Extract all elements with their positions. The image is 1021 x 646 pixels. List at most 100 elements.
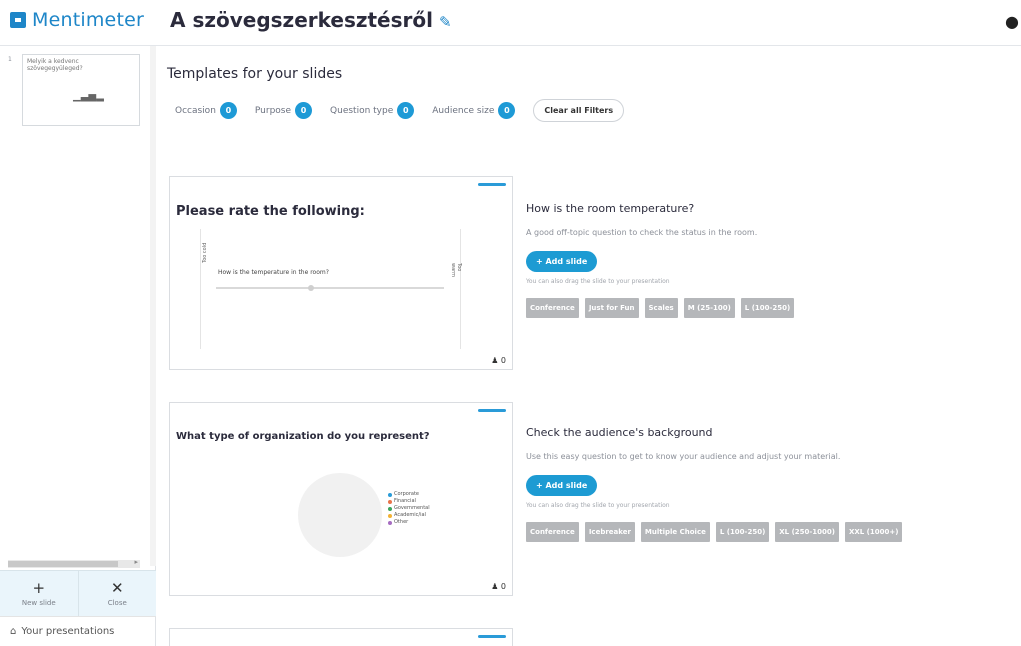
- tag[interactable]: L (100-250): [715, 522, 770, 542]
- template-description: A good off-topic question to check the s…: [526, 228, 758, 237]
- legend-dot: [388, 499, 392, 504]
- legend-dot: [388, 520, 392, 525]
- legend-label: Other: [394, 519, 409, 525]
- tag[interactable]: XXL (1000+): [844, 522, 903, 542]
- legend-item: Governmental: [388, 505, 430, 512]
- slide-preview-title: What type of organization do you represe…: [176, 431, 430, 442]
- legend-label: Corporate: [394, 491, 419, 497]
- your-presentations-link[interactable]: ⌂ Your presentations: [0, 616, 156, 646]
- pencil-icon[interactable]: ✎: [439, 13, 452, 31]
- filter-bar: Occasion 0 Purpose 0 Question type 0 Aud…: [175, 99, 625, 122]
- scale-right-label: Too warm: [450, 263, 462, 277]
- filter-question-type[interactable]: Question type 0: [330, 102, 415, 119]
- slide-number: 1: [8, 56, 12, 63]
- templates-panel: Templates for your slides Occasion 0 Pur…: [157, 46, 1021, 646]
- filter-count-badge: 0: [498, 102, 516, 119]
- tag[interactable]: Conference: [526, 298, 579, 318]
- presentation-title-text: A szövegszerkesztésről: [170, 8, 433, 32]
- bar-chart-icon: ▁▃▅▂: [73, 91, 104, 102]
- template-preview-card[interactable]: [169, 628, 513, 646]
- filter-label: Question type: [330, 105, 394, 116]
- tag[interactable]: Just for Fun: [584, 298, 639, 318]
- your-presentations-label: Your presentations: [21, 626, 115, 637]
- templates-heading: Templates for your slides: [167, 66, 343, 82]
- legend-dot: [388, 506, 392, 511]
- template-tags: Conference Just for Fun Scales M (25-100…: [526, 298, 800, 318]
- new-slide-button[interactable]: + New slide: [0, 571, 78, 616]
- legend-label: Governmental: [394, 505, 430, 511]
- scale-marker: [308, 285, 314, 291]
- legend-item: Corporate: [388, 491, 430, 498]
- tag[interactable]: Icebreaker: [584, 522, 635, 542]
- filter-occasion[interactable]: Occasion 0: [175, 102, 237, 119]
- mentimeter-mini-logo: [478, 635, 506, 638]
- pie-chart-preview: [298, 473, 382, 557]
- slide-preview-title: Please rate the following:: [176, 204, 365, 219]
- tag[interactable]: XL (250-1000): [775, 522, 839, 542]
- tag[interactable]: Conference: [526, 522, 579, 542]
- logo-icon: [10, 12, 26, 28]
- plus-icon: +: [32, 579, 46, 597]
- filter-count-badge: 0: [397, 102, 415, 119]
- legend-item: Financial: [388, 498, 430, 505]
- close-button[interactable]: ✕ Close: [77, 571, 157, 616]
- add-slide-button[interactable]: + Add slide: [526, 475, 598, 496]
- filter-purpose[interactable]: Purpose 0: [254, 102, 313, 119]
- logo-text: Mentimeter: [32, 9, 145, 31]
- tag[interactable]: Scales: [644, 298, 678, 318]
- mentimeter-logo[interactable]: Mentimeter: [10, 9, 144, 31]
- template-description: Use this easy question to get to know yo…: [526, 452, 841, 461]
- add-slide-button[interactable]: + Add slide: [526, 251, 598, 272]
- new-slide-label: New slide: [21, 599, 56, 607]
- template-preview-card[interactable]: What type of organization do you represe…: [169, 402, 513, 596]
- slide-thumbnail[interactable]: Melyik a kedvenc szövegegyüleged? ▁▃▅▂: [22, 54, 140, 126]
- tag[interactable]: M (25-100): [683, 298, 735, 318]
- pie-legend: Corporate Financial Governmental Academi…: [388, 491, 430, 526]
- participants-count: ♟ 0: [491, 356, 506, 365]
- scale-right-line: [460, 229, 461, 349]
- drop-icon[interactable]: ●: [1005, 12, 1019, 31]
- mentimeter-mini-logo: [478, 183, 506, 186]
- legend-item: Academic/ial: [388, 512, 430, 519]
- template-title: How is the room temperature?: [526, 202, 695, 215]
- slides-sidebar: Melyik a kedvenc szövegegyüleged? ▁▃▅▂ 1…: [0, 46, 156, 646]
- scale-preview: Too cold Too warm How is the temperature…: [200, 229, 470, 349]
- filter-count-badge: 0: [295, 102, 313, 119]
- template-info: How is the room temperature? A good off-…: [526, 202, 800, 318]
- filter-label: Audience size: [432, 105, 495, 116]
- tag[interactable]: Multiple Choice: [640, 522, 710, 542]
- top-bar: Mentimeter A szövegszerkesztésről ✎ ●: [0, 0, 1021, 46]
- filter-label: Occasion: [175, 105, 216, 116]
- sidebar-scrollbar[interactable]: [150, 46, 156, 566]
- sidebar-actions: + New slide ✕ Close: [0, 570, 156, 616]
- scale-left-label: Too cold: [202, 242, 208, 263]
- legend-dot: [388, 513, 392, 518]
- legend-dot: [388, 492, 392, 497]
- participants-value: 0: [500, 582, 506, 591]
- scroll-right-icon[interactable]: ▸: [134, 558, 138, 566]
- presentation-title[interactable]: A szövegszerkesztésről ✎: [170, 8, 452, 32]
- mentimeter-mini-logo: [478, 409, 506, 412]
- scale-left-line: [200, 229, 201, 349]
- legend-label: Financial: [394, 498, 416, 504]
- slide-thumbnail-text: Melyik a kedvenc szövegegyüleged?: [27, 58, 83, 72]
- close-icon: ✕: [110, 579, 124, 597]
- tag[interactable]: L (100-250): [740, 298, 795, 318]
- drag-note: You can also drag the slide to your pres…: [526, 278, 670, 285]
- clear-filters-button[interactable]: Clear all Filters: [533, 99, 625, 122]
- template-title: Check the audience's background: [526, 426, 713, 439]
- filter-audience-size[interactable]: Audience size 0: [432, 102, 516, 119]
- participants-count: ♟ 0: [491, 582, 506, 591]
- participants-value: 0: [500, 356, 506, 365]
- person-icon: ♟: [491, 356, 499, 365]
- filter-count-badge: 0: [219, 102, 237, 119]
- horizontal-scrollbar[interactable]: ▸: [8, 558, 140, 568]
- filter-label: Purpose: [254, 105, 292, 116]
- person-icon: ♟: [491, 582, 499, 591]
- home-icon: ⌂: [10, 626, 17, 637]
- template-preview-card[interactable]: Please rate the following: Too cold Too …: [169, 176, 513, 370]
- legend-item: Other: [388, 519, 430, 526]
- scale-question: How is the temperature in the room?: [218, 269, 329, 276]
- scrollbar-thumb[interactable]: [8, 561, 118, 567]
- scale-track: [216, 287, 444, 289]
